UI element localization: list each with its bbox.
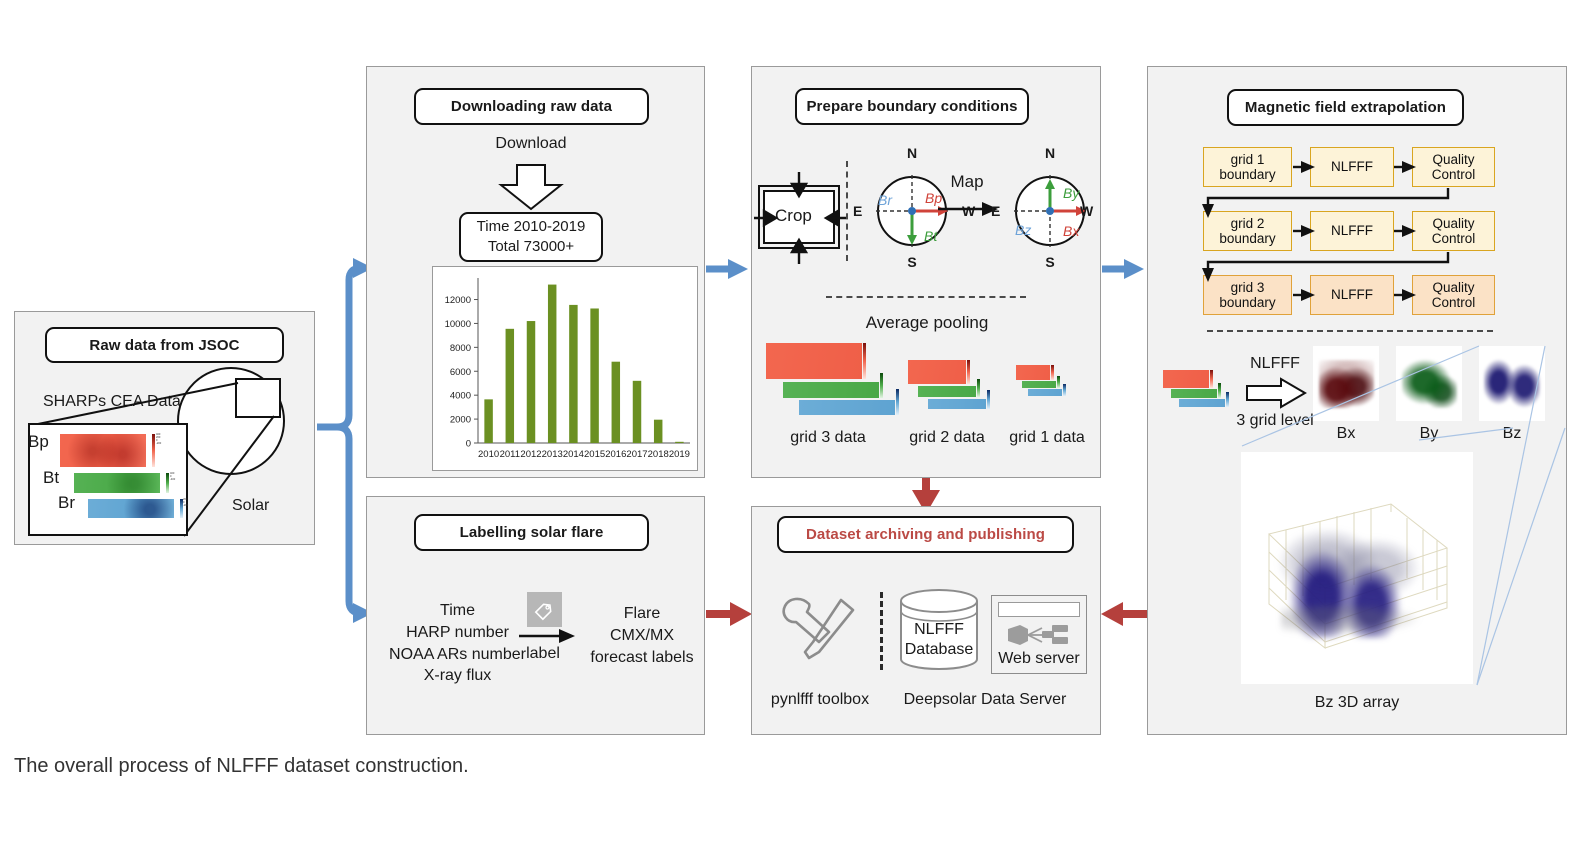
database-label-line2: Database: [904, 641, 974, 658]
labelling-outputs: Flare CMX/MX forecast labels: [578, 603, 706, 668]
connector-labelling-to-archiving: [706, 602, 752, 626]
bz-3d-array-render: [1241, 452, 1473, 684]
panel-boundary-title: Prepare boundary conditions: [795, 88, 1029, 125]
web-server-label: Web server: [998, 650, 1080, 667]
magnetogram-label-bt: Bt: [43, 468, 60, 487]
magnetogram-label-bp: Bp: [28, 432, 49, 451]
map-label: Map: [950, 172, 984, 191]
compass-right-south: S: [1045, 254, 1055, 270]
compass-right-west: W: [1080, 203, 1094, 219]
compass-right-east: E: [991, 203, 1001, 219]
compass-right-by: By: [1063, 185, 1080, 201]
web-server-address-bar: [998, 602, 1080, 617]
colorbar-bp: [152, 434, 155, 467]
boundary-horizontal-divider: [826, 296, 1026, 298]
compass-left-south: S: [907, 254, 917, 270]
extrapolation-divider: [1207, 330, 1493, 332]
grid2-data-thumbnail: [908, 360, 996, 409]
label-arrow-icon: [519, 629, 575, 643]
labelling-output-flare: Flare: [623, 605, 661, 622]
panel-extrapolation-title: Magnetic field extrapolation: [1227, 89, 1464, 126]
connector-extrapolation-to-archiving: [1101, 602, 1147, 626]
compass-right-north: N: [1044, 145, 1056, 161]
svg-text:2011: 2011: [500, 449, 520, 460]
svg-text:2015: 2015: [584, 449, 605, 460]
grid3-data-label: grid 3 data: [790, 429, 866, 446]
svg-text:2014: 2014: [563, 449, 584, 460]
compass-left-north: N: [906, 145, 918, 161]
solar-label: Solar: [232, 497, 270, 514]
grid1-data-thumbnail: [1016, 365, 1076, 397]
connector-boundary-to-extrapolation: [1102, 259, 1144, 279]
panel-labelling-title: Labelling solar flare: [414, 514, 649, 551]
tag-icon: [527, 592, 562, 627]
figure-caption: The overall process of NLFFF dataset con…: [14, 755, 469, 777]
svg-text:8000: 8000: [450, 343, 471, 354]
server-network-icon: [1008, 625, 1068, 645]
compass-right-bx: Bx: [1063, 223, 1080, 239]
svg-text:2010: 2010: [478, 449, 499, 460]
colorbar-bt: [166, 473, 169, 493]
svg-text:2019: 2019: [669, 449, 690, 460]
archiving-divider: [880, 592, 883, 670]
svg-text:2000: 2000: [450, 415, 471, 426]
download-arrow-icon: [498, 164, 564, 211]
labelling-input-time: Time: [440, 602, 475, 619]
grid1-data-label: grid 1 data: [1009, 429, 1085, 446]
labelling-output-forecast: forecast labels: [590, 648, 694, 666]
labelling-inputs: Time HARP number NOAA ARs number X-ray f…: [385, 600, 530, 687]
compass-right-bz: Bz: [1015, 222, 1032, 238]
colorbar-bt-ticks: 400 0 -400: [170, 472, 176, 481]
download-summary-line1: Time 2010-2019: [476, 217, 586, 235]
labelling-input-noaa: NOAA ARs number: [389, 645, 526, 663]
svg-text:0: 0: [466, 439, 471, 450]
bz-3d-array-label: Bz 3D array: [1314, 694, 1400, 711]
average-pooling-label: Average pooling: [865, 313, 989, 332]
svg-text:2016: 2016: [605, 449, 626, 460]
magnetogram-bt: [74, 473, 160, 493]
yearly-counts-chart-svg: 0200040006000800010000120002010 2011 2012 2…: [445, 278, 690, 460]
toolbox-icon: [782, 597, 855, 660]
download-arrow-label: Download: [495, 135, 567, 152]
compass-left-bt: Bt: [924, 228, 938, 244]
crop-arrows-icon: [754, 172, 848, 264]
svg-text:12000: 12000: [445, 295, 471, 306]
connector-download-to-boundary: [706, 259, 748, 279]
toolbox-label: pynlfff toolbox: [770, 691, 870, 708]
database-label: NLFFF Database: [899, 620, 979, 660]
download-summary-box: Time 2010-2019 Total 73000+: [459, 212, 603, 262]
compass-left-east: E: [853, 203, 863, 219]
boundary-vertical-divider: [846, 161, 848, 261]
grid2-data-label: grid 2 data: [909, 429, 985, 446]
magnetogram-bp: [60, 434, 146, 467]
svg-text:2013: 2013: [542, 449, 563, 460]
labelling-output-cmx: CMX/MX: [610, 626, 674, 644]
svg-text:4000: 4000: [450, 391, 471, 402]
panel-boundary: [751, 66, 1101, 478]
extrapolation-flow-arrows: [1202, 161, 1450, 301]
panel-archiving-title: Dataset archiving and publishing: [777, 516, 1074, 553]
labelling-input-harp: HARP number: [406, 623, 509, 641]
colorbar-br-ticks: 200 0 -200: [183, 498, 189, 507]
magnetogram-br: [88, 499, 174, 518]
download-summary-line2: Total 73000+: [487, 238, 575, 255]
data-server-group-label: Deepsolar Data Server: [903, 691, 1067, 708]
colorbar-bp-ticks: 400 200 0 -200: [156, 433, 162, 445]
label-arrow-label: label: [526, 645, 560, 662]
compass-left-br: Br: [878, 192, 892, 208]
svg-text:6000: 6000: [450, 367, 471, 378]
svg-text:2017: 2017: [626, 449, 647, 460]
svg-text:10000: 10000: [445, 319, 471, 330]
svg-text:2012: 2012: [520, 449, 541, 460]
panel-downloading-title: Downloading raw data: [414, 88, 649, 125]
svg-text:2018: 2018: [648, 449, 669, 460]
grid3-data-thumbnail: [766, 343, 906, 415]
magnetogram-label-br: Br: [58, 493, 75, 512]
database-label-line1: NLFFF: [914, 621, 964, 638]
labelling-input-xray: X-ray flux: [423, 667, 492, 685]
